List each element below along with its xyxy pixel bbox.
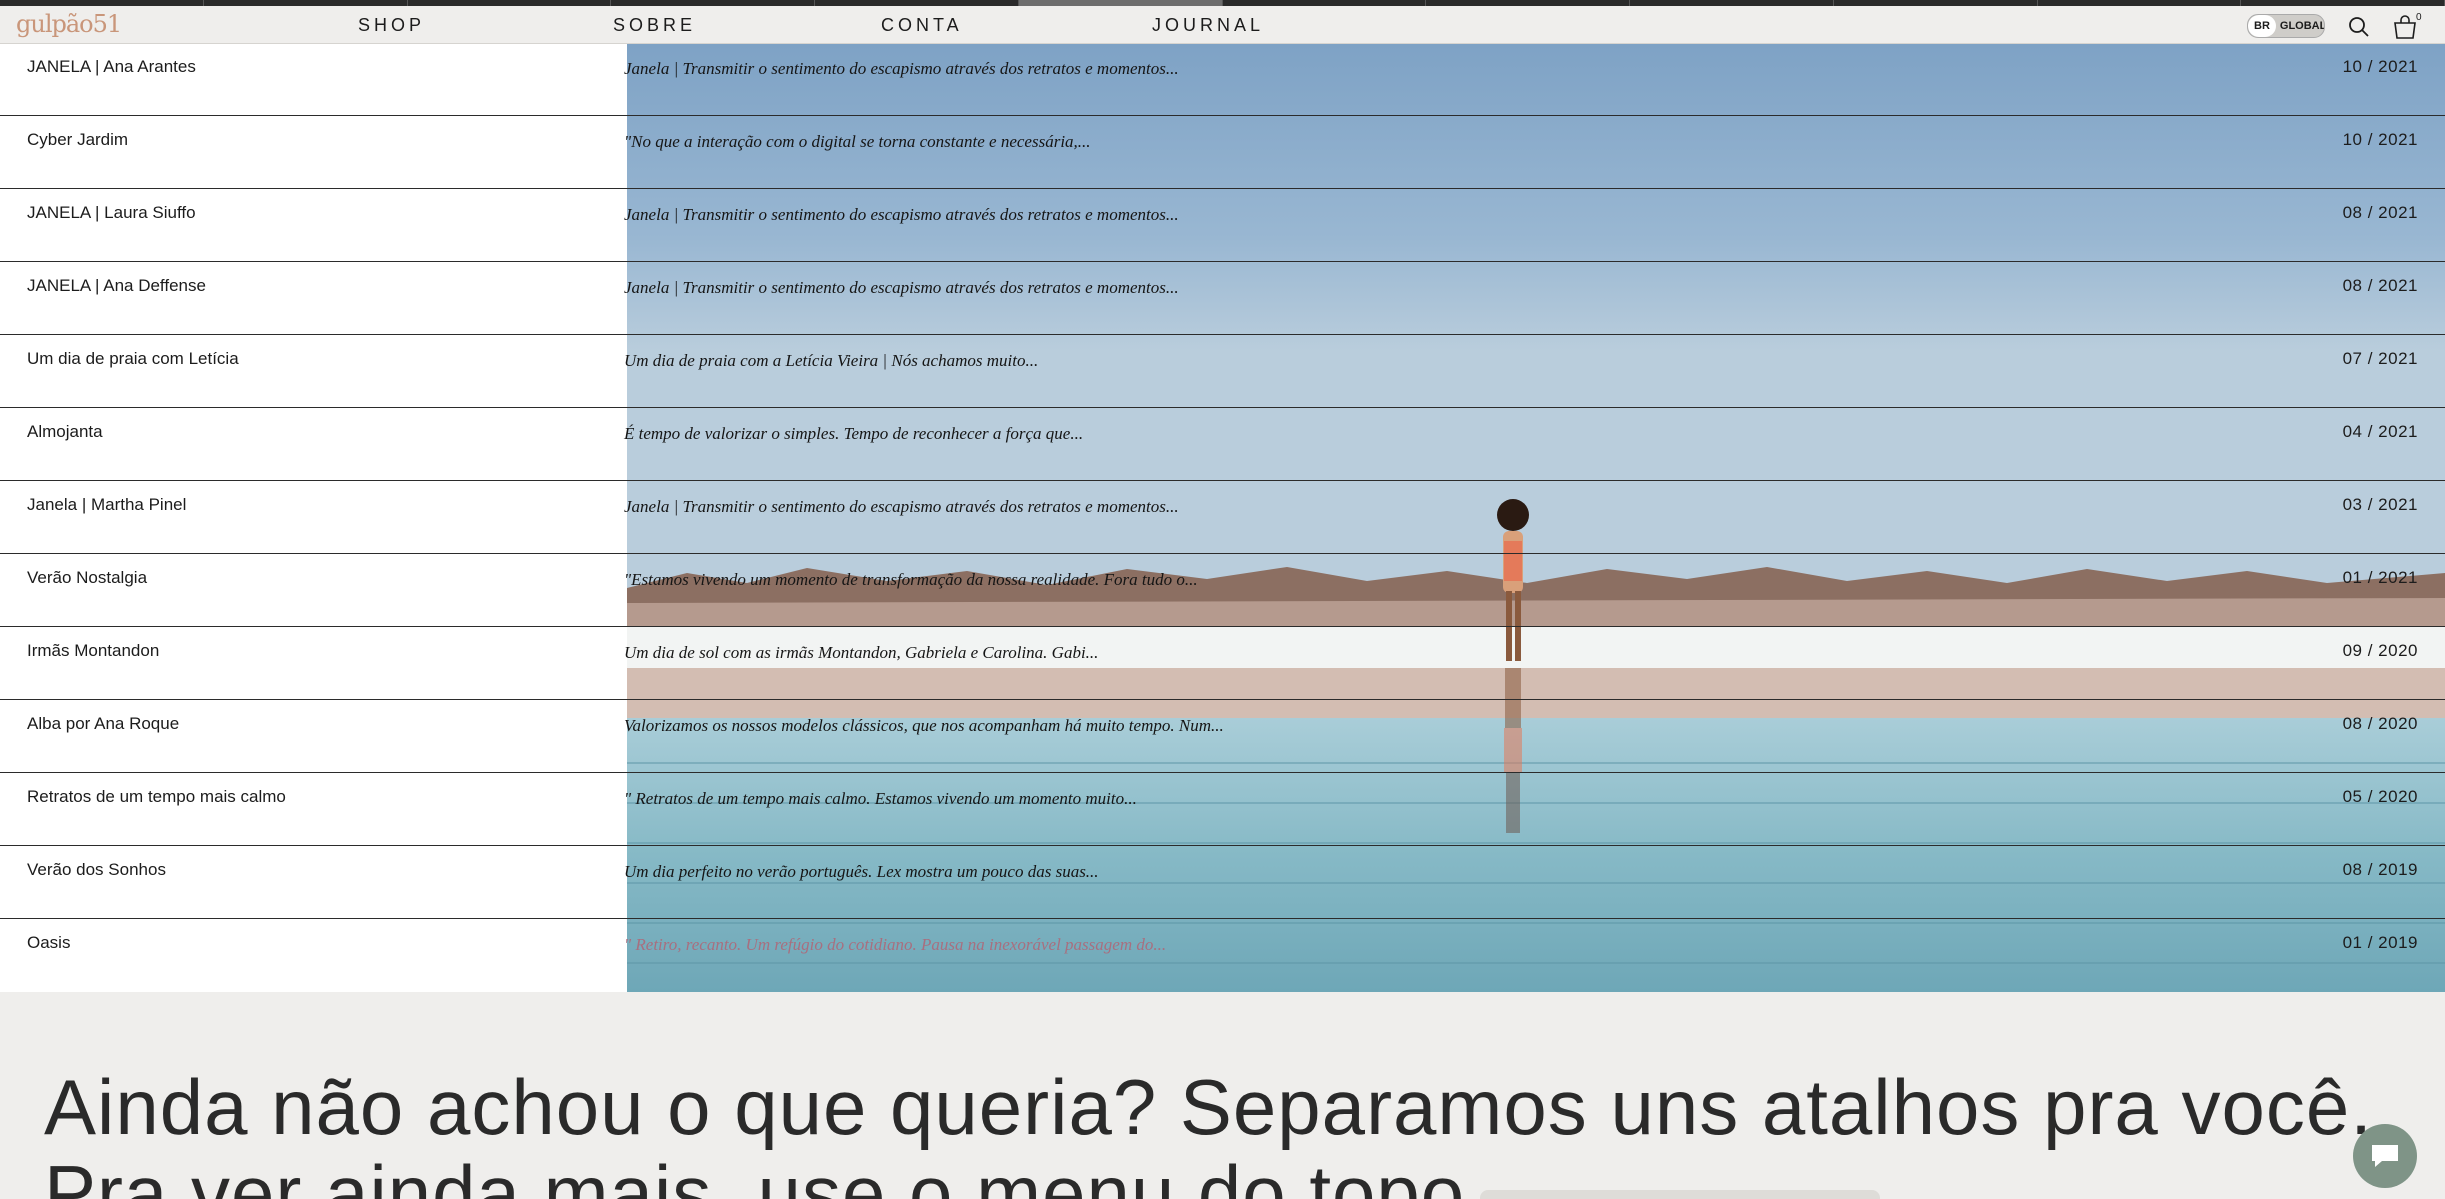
shortcuts-section: Ainda não achou o que queria? Separamos … — [0, 992, 2445, 1199]
row-excerpt: Um dia perfeito no verão português. Lex … — [624, 862, 1099, 881]
row-date: 09 / 2020 — [2342, 641, 2418, 660]
journal-row[interactable]: Janela | Martha Pinel Janela | Transmiti… — [0, 481, 2445, 554]
journal-row[interactable]: JANELA | Ana Deffense Janela | Transmiti… — [0, 262, 2445, 335]
journal-row[interactable]: Almojanta É tempo de valorizar o simples… — [0, 408, 2445, 481]
row-title[interactable]: Almojanta — [27, 422, 103, 442]
row-title[interactable]: Alba por Ana Roque — [27, 714, 179, 734]
row-date: 10 / 2021 — [2342, 130, 2418, 149]
row-date: 07 / 2021 — [2342, 349, 2418, 368]
region-br[interactable]: BR — [2248, 15, 2276, 37]
row-title[interactable]: Verão Nostalgia — [27, 568, 147, 588]
journal-page: gulpão51 SHOP SOBRE CONTA JOURNAL BR GLO… — [0, 0, 2445, 1199]
nav-conta[interactable]: CONTA — [881, 15, 963, 36]
row-title[interactable]: Verão dos Sonhos — [27, 860, 166, 880]
row-date: 10 / 2021 — [2342, 57, 2418, 76]
row-title[interactable]: Um dia de praia com Letícia — [27, 349, 239, 369]
shortcuts-headline: Ainda não achou o que queria? Separamos … — [44, 1064, 2373, 1199]
row-excerpt: Janela | Transmitir o sentimento do esca… — [624, 497, 1179, 516]
journal-row[interactable]: Oasis " Retiro, recanto. Um refúgio do c… — [0, 919, 2445, 991]
row-date: 01 / 2019 — [2342, 933, 2418, 952]
row-excerpt: Janela | Transmitir o sentimento do esca… — [624, 278, 1179, 297]
row-excerpt: Janela | Transmitir o sentimento do esca… — [624, 59, 1179, 78]
row-title[interactable]: JANELA | Laura Siuffo — [27, 203, 196, 223]
row-date: 08 / 2021 — [2342, 203, 2418, 222]
journal-row[interactable]: Um dia de praia com Letícia Um dia de pr… — [0, 335, 2445, 408]
row-date: 08 / 2021 — [2342, 276, 2418, 295]
row-date: 08 / 2020 — [2342, 714, 2418, 733]
row-title[interactable]: Janela | Martha Pinel — [27, 495, 186, 515]
nav-shop[interactable]: SHOP — [358, 15, 425, 36]
journal-row[interactable]: Verão Nostalgia "Estamos vivendo um mome… — [0, 554, 2445, 627]
journal-row[interactable]: Irmãs Montandon Um dia de sol com as irm… — [0, 627, 2445, 700]
journal-row[interactable]: JANELA | Laura Siuffo Janela | Transmiti… — [0, 189, 2445, 262]
row-title[interactable]: JANELA | Ana Deffense — [27, 276, 206, 296]
brand-logo[interactable]: gulpão51 — [16, 10, 122, 38]
bottom-tab — [1480, 1190, 1880, 1199]
journal-list: JANELA | Ana Arantes Janela | Transmitir… — [0, 43, 2445, 992]
row-date: 01 / 2021 — [2342, 568, 2418, 587]
journal-row[interactable]: Retratos de um tempo mais calmo " Retrat… — [0, 773, 2445, 846]
headline-line-1: Ainda não achou o que queria? Separamos … — [44, 1063, 2373, 1151]
nav-sobre[interactable]: SOBRE — [613, 15, 696, 36]
row-title[interactable]: Oasis — [27, 933, 70, 953]
headline-line-2: Pra ver ainda mais, use o menu do topo. — [44, 1149, 1488, 1199]
row-date: 05 / 2020 — [2342, 787, 2418, 806]
row-excerpt: Janela | Transmitir o sentimento do esca… — [624, 205, 1179, 224]
row-excerpt: Um dia de sol com as irmãs Montandon, Ga… — [624, 643, 1099, 662]
region-toggle[interactable]: BR GLOBAL — [2247, 14, 2325, 38]
row-date: 04 / 2021 — [2342, 422, 2418, 441]
journal-row[interactable]: JANELA | Ana Arantes Janela | Transmitir… — [0, 43, 2445, 116]
row-title[interactable]: Retratos de um tempo mais calmo — [27, 787, 286, 807]
row-excerpt: "No que a interação com o digital se tor… — [624, 132, 1091, 151]
row-excerpt: "Estamos vivendo um momento de transform… — [624, 570, 1198, 589]
row-date: 03 / 2021 — [2342, 495, 2418, 514]
cart-count: 0 — [2416, 12, 2422, 23]
journal-row[interactable]: Alba por Ana Roque Valorizamos os nossos… — [0, 700, 2445, 773]
row-title[interactable]: JANELA | Ana Arantes — [27, 57, 196, 77]
site-header: gulpão51 SHOP SOBRE CONTA JOURNAL BR GLO… — [0, 6, 2445, 44]
row-excerpt: Um dia de praia com a Letícia Vieira | N… — [624, 351, 1039, 370]
journal-row[interactable]: Cyber Jardim "No que a interação com o d… — [0, 116, 2445, 189]
region-global[interactable]: GLOBAL — [2276, 20, 2324, 32]
row-title[interactable]: Cyber Jardim — [27, 130, 128, 150]
row-excerpt: " Retratos de um tempo mais calmo. Estam… — [624, 789, 1137, 808]
journal-row[interactable]: Verão dos Sonhos Um dia perfeito no verã… — [0, 846, 2445, 919]
search-icon[interactable] — [2348, 16, 2370, 38]
row-excerpt: É tempo de valorizar o simples. Tempo de… — [624, 424, 1084, 443]
row-date: 08 / 2019 — [2342, 860, 2418, 879]
chat-bubble-icon — [2372, 1145, 2398, 1167]
row-title[interactable]: Irmãs Montandon — [27, 641, 159, 661]
row-excerpt: " Retiro, recanto. Um refúgio do cotidia… — [624, 935, 1167, 954]
chat-button[interactable] — [2353, 1124, 2417, 1188]
nav-journal[interactable]: JOURNAL — [1152, 15, 1264, 36]
row-excerpt: Valorizamos os nossos modelos clássicos,… — [624, 716, 1224, 735]
